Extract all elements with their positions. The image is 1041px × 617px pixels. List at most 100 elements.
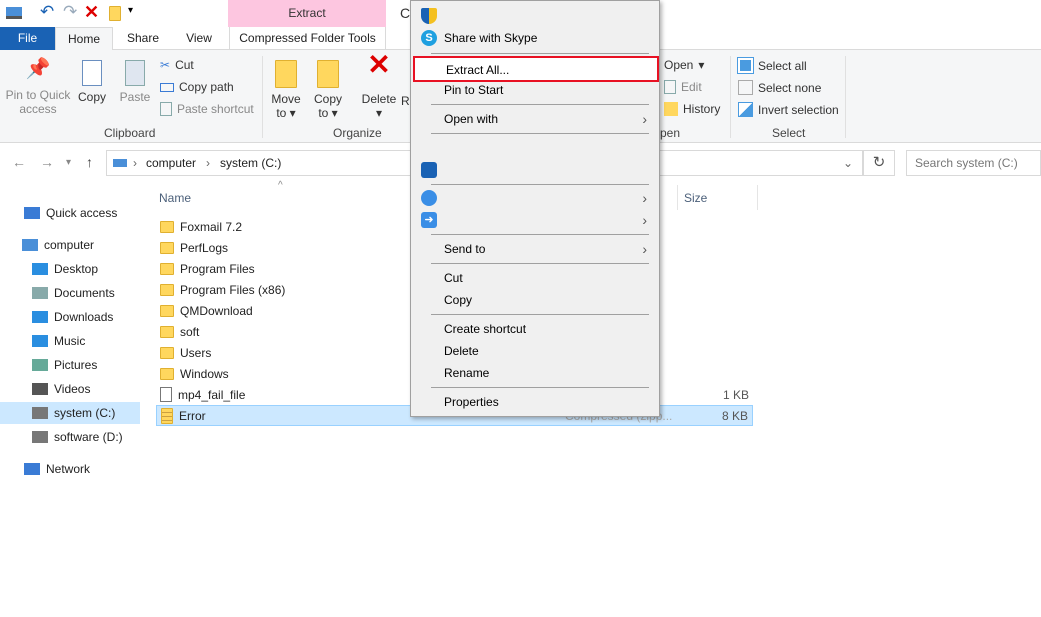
paste-shortcut-button[interactable]: Paste shortcut (160, 102, 254, 116)
edit-label: Edit (681, 80, 702, 94)
copy-button[interactable]: Copy (76, 60, 108, 104)
file-name: soft (180, 324, 200, 339)
file-name: Program Files (x86) (180, 282, 286, 297)
sidebar-item[interactable]: Quick access (0, 202, 140, 224)
invert-selection-label: Invert selection (758, 102, 839, 117)
label: Open with (444, 112, 499, 126)
copy-to-button[interactable]: Copy to ▾ (312, 60, 344, 120)
sidebar-item-label: Music (54, 334, 86, 348)
delete-button[interactable]: ✕ Delete ▾ (360, 51, 398, 121)
chevron-icon: › (206, 156, 210, 170)
label: Send to (444, 242, 486, 256)
sidebar-item[interactable]: Network (0, 458, 140, 480)
submenu-arrow-icon: › (642, 241, 647, 257)
menu-item-copy[interactable]: Copy (411, 289, 659, 311)
back-icon[interactable]: ← (12, 154, 26, 170)
tab-compressed-folder-tools[interactable]: Compressed Folder Tools (229, 27, 386, 50)
rename-button[interactable]: R (401, 94, 410, 108)
open-label: Open (664, 58, 694, 72)
menu-item-create-shortcut[interactable]: Create shortcut (411, 318, 659, 340)
menu-item-rename[interactable]: Rename (411, 362, 659, 384)
separator (431, 387, 649, 388)
refresh-button[interactable]: ↻ (863, 150, 895, 176)
tab-home[interactable]: Home (55, 27, 113, 51)
edit-button[interactable]: Edit (664, 80, 702, 94)
move-to-button[interactable]: Move to ▾ (270, 60, 302, 120)
file-name: QMDownload (180, 303, 253, 318)
window-title: C (400, 5, 411, 21)
copy-label: Copy (77, 90, 106, 104)
paste-button[interactable]: Paste (118, 60, 152, 104)
delete-icon[interactable]: ✕ (84, 2, 99, 23)
sidebar-item[interactable]: Music (0, 330, 140, 352)
invert-selection-button[interactable]: Invert selection (738, 102, 839, 117)
column-size[interactable]: Size (684, 191, 707, 205)
file-name: PerfLogs (180, 240, 229, 255)
divider (262, 56, 263, 138)
column-name[interactable]: Name (159, 191, 191, 205)
menu-item-admin[interactable] (411, 5, 659, 27)
menu-item-share-skype[interactable]: S Share with Skype (411, 27, 659, 49)
downloads-icon (32, 311, 48, 323)
menu-item-send-app[interactable]: ➜ › (411, 209, 659, 231)
forward-icon[interactable]: → (40, 154, 54, 170)
desktop-icon (32, 263, 48, 275)
copy-path-button[interactable]: Copy path (160, 80, 234, 94)
new-folder-icon[interactable] (109, 6, 121, 21)
music-icon (32, 335, 48, 347)
pin-quick-access-button[interactable]: 📌 Pin to Quick access (4, 59, 72, 116)
submenu-arrow-icon: › (642, 212, 647, 228)
sidebar-item[interactable]: software (D:) (0, 426, 140, 448)
sidebar-item[interactable]: Documents (0, 282, 140, 304)
address-dropdown-icon[interactable]: ⌄ (843, 156, 853, 170)
group-clipboard: Clipboard (104, 126, 156, 140)
cut-label: Cut (175, 58, 194, 72)
breadcrumb-system-c[interactable]: system (C:) (220, 156, 281, 170)
customize-qat-icon[interactable]: ▾ (128, 5, 133, 16)
paste-shortcut-icon (160, 102, 172, 116)
menu-item-send-to[interactable]: Send to › (411, 238, 659, 260)
sidebar-item[interactable]: system (C:) (0, 402, 140, 424)
tab-share[interactable]: Share (118, 27, 168, 50)
sidebar-item-label: Quick access (46, 206, 118, 220)
menu-item-pin-start[interactable]: Pin to Start (411, 79, 659, 101)
sidebar-item[interactable]: Downloads (0, 306, 140, 328)
file-icon (160, 387, 172, 402)
undo-icon[interactable]: ↶ (40, 2, 54, 22)
column-divider[interactable] (677, 185, 678, 210)
redo-icon[interactable]: ↷ (63, 2, 77, 22)
label: Cut (444, 271, 463, 285)
menu-item-cloud-upload[interactable]: › (411, 187, 659, 209)
menu-item-properties[interactable]: Properties (411, 391, 659, 413)
column-divider[interactable] (757, 185, 758, 210)
history-button[interactable]: History (664, 102, 720, 116)
menu-item-open-with[interactable]: Open with › (411, 108, 659, 130)
tab-view[interactable]: View (174, 27, 224, 50)
label: Copy (444, 293, 473, 307)
file-name: Windows (180, 366, 229, 381)
pictures-icon (32, 359, 48, 371)
group-organize: Organize (333, 126, 382, 140)
sidebar-item[interactable]: Desktop (0, 258, 140, 280)
select-none-button[interactable]: Select none (738, 80, 821, 95)
copy-icon (82, 60, 102, 86)
breadcrumb-computer[interactable]: computer (146, 156, 196, 170)
sidebar-item[interactable]: Videos (0, 378, 140, 400)
recent-locations-icon[interactable]: ▾ (66, 157, 71, 168)
cut-button[interactable]: ✂ Cut (160, 58, 194, 72)
folder-icon (160, 325, 174, 338)
pin-label: Pin to Quick access (5, 88, 71, 116)
menu-item-delete[interactable]: Delete (411, 340, 659, 362)
open-button[interactable]: Open ▾ (664, 58, 704, 72)
sidebar-item[interactable]: Pictures (0, 354, 140, 376)
sidebar-item[interactable]: computer (0, 234, 140, 256)
up-icon[interactable]: ↑ (86, 154, 93, 170)
paste-icon (125, 60, 145, 86)
separator (431, 104, 649, 105)
tab-file[interactable]: File (0, 27, 55, 50)
menu-item-cut[interactable]: Cut (411, 267, 659, 289)
select-all-button[interactable]: Select all (737, 57, 807, 74)
search-input[interactable]: Search system (C:) (906, 150, 1041, 176)
menu-item-security[interactable] (411, 159, 659, 181)
separator (431, 234, 649, 235)
